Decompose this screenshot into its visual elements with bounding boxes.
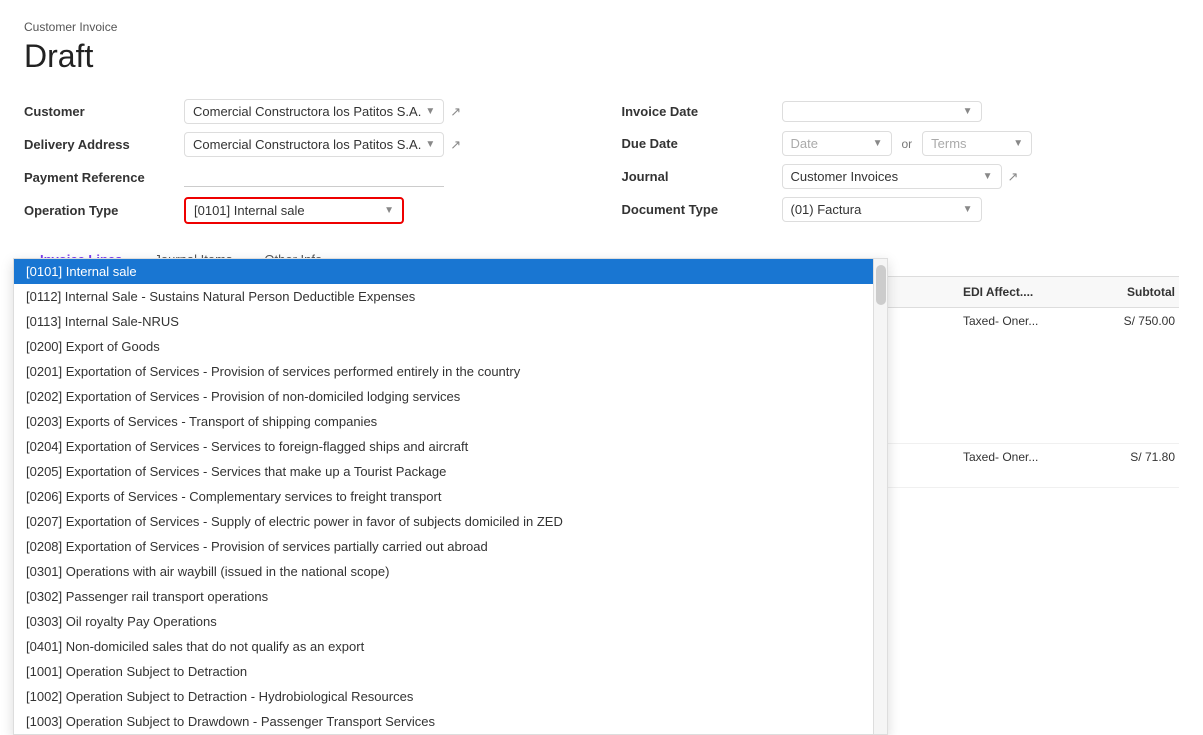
customer-input[interactable]: Comercial Constructora los Patitos S.A. … (184, 99, 444, 124)
customer-label: Customer (24, 104, 184, 119)
journal-field-row: Journal Customer Invoices ▼ ↗ (622, 160, 1180, 193)
delivery-address-dropdown-arrow: ▼ (425, 139, 435, 150)
operation-type-input-text: [0101] Internal sale (194, 203, 305, 218)
due-date-dropdown-arrow: ▼ (873, 138, 883, 149)
document-type-field-row: Document Type (01) Factura ▼ (622, 193, 1180, 226)
dropdown-item[interactable]: [1003] Operation Subject to Drawdown - P… (14, 709, 873, 734)
dropdown-item[interactable]: [0207] Exportation of Services - Supply … (14, 509, 873, 534)
delivery-address-field-row: Delivery Address Comercial Constructora … (24, 128, 582, 161)
dropdown-item[interactable]: [0401] Non-domiciled sales that do not q… (14, 634, 873, 659)
payment-reference-value (184, 167, 582, 187)
invoice-date-dropdown-arrow: ▼ (963, 106, 973, 117)
delivery-address-label: Delivery Address (24, 137, 184, 152)
edi-cell-2: Taxed- Oner... (959, 448, 1079, 466)
col-subtotal-header: Subtotal (1079, 283, 1179, 301)
dropdown-item[interactable]: [0301] Operations with air waybill (issu… (14, 559, 873, 584)
dropdown-item[interactable]: [0113] Internal Sale-NRUS (14, 309, 873, 334)
document-type-input[interactable]: (01) Factura ▼ (782, 197, 982, 222)
dropdown-item[interactable]: [0101] Internal sale (14, 259, 873, 284)
operation-type-dropdown-arrow: ▼ (384, 205, 394, 216)
dropdown-item[interactable]: [0302] Passenger rail transport operatio… (14, 584, 873, 609)
scrollbar-thumb (876, 265, 886, 305)
journal-dropdown-arrow: ▼ (983, 171, 993, 182)
scrollbar[interactable] (873, 259, 887, 734)
dropdown-item[interactable]: [0205] Exportation of Services - Service… (14, 459, 873, 484)
payment-reference-input[interactable] (184, 167, 444, 187)
invoice-date-value: ▼ (782, 101, 1180, 122)
due-date-placeholder: Date (791, 136, 818, 151)
invoice-date-label: Invoice Date (622, 104, 782, 119)
operation-type-field-row: Operation Type [0101] Internal sale ▼ (24, 193, 582, 228)
dropdown-item[interactable]: [0204] Exportation of Services - Service… (14, 434, 873, 459)
dropdown-item[interactable]: [0112] Internal Sale - Sustains Natural … (14, 284, 873, 309)
breadcrumb: Customer Invoice (24, 20, 1179, 34)
due-date-label: Due Date (622, 136, 782, 151)
document-type-dropdown-arrow: ▼ (963, 204, 973, 215)
operation-type-label: Operation Type (24, 203, 184, 218)
operation-type-value: [0101] Internal sale ▼ (184, 197, 582, 224)
customer-field-row: Customer Comercial Constructora los Pati… (24, 95, 582, 128)
payment-reference-field-row: Payment Reference (24, 161, 582, 193)
dropdown-item[interactable]: [1002] Operation Subject to Detraction -… (14, 684, 873, 709)
terms-dropdown-arrow: ▼ (1013, 138, 1023, 149)
delivery-address-external-link[interactable]: ↗ (450, 137, 461, 153)
document-type-value: (01) Factura ▼ (782, 197, 1180, 222)
customer-dropdown-arrow: ▼ (425, 106, 435, 117)
terms-input[interactable]: Terms ▼ (922, 131, 1032, 156)
operation-type-dropdown: [0101] Internal sale[0112] Internal Sale… (13, 258, 888, 735)
customer-external-link[interactable]: ↗ (450, 104, 461, 120)
journal-label: Journal (622, 169, 782, 184)
dropdown-item[interactable]: [0202] Exportation of Services - Provisi… (14, 384, 873, 409)
dropdown-item[interactable]: [0303] Oil royalty Pay Operations (14, 609, 873, 634)
operation-type-input[interactable]: [0101] Internal sale ▼ (184, 197, 404, 224)
document-type-input-text: (01) Factura (791, 202, 862, 217)
col-edi-header: EDI Affect.... (959, 283, 1079, 301)
customer-input-text: Comercial Constructora los Patitos S.A. (193, 104, 421, 119)
edi-cell-1: Taxed- Oner... (959, 312, 1079, 330)
invoice-date-field-row: Invoice Date ▼ (622, 95, 1180, 127)
due-date-value: Date ▼ or Terms ▼ (782, 131, 1180, 156)
journal-input-text: Customer Invoices (791, 169, 899, 184)
subtotal-cell-1: S/ 750.00 (1079, 312, 1179, 330)
journal-value: Customer Invoices ▼ ↗ (782, 164, 1180, 189)
dropdown-item[interactable]: [0201] Exportation of Services - Provisi… (14, 359, 873, 384)
dropdown-item[interactable]: [0206] Exports of Services - Complementa… (14, 484, 873, 509)
delivery-address-input[interactable]: Comercial Constructora los Patitos S.A. … (184, 132, 444, 157)
subtotal-cell-2: S/ 71.80 (1079, 448, 1179, 466)
invoice-date-input[interactable]: ▼ (782, 101, 982, 122)
dropdown-item[interactable]: [1001] Operation Subject to Detraction (14, 659, 873, 684)
payment-reference-label: Payment Reference (24, 170, 184, 185)
dropdown-list: [0101] Internal sale[0112] Internal Sale… (14, 259, 873, 734)
terms-placeholder: Terms (931, 136, 966, 151)
delivery-address-input-text: Comercial Constructora los Patitos S.A. (193, 137, 421, 152)
journal-input[interactable]: Customer Invoices ▼ (782, 164, 1002, 189)
delivery-address-value: Comercial Constructora los Patitos S.A. … (184, 132, 582, 157)
document-type-label: Document Type (622, 202, 782, 217)
dropdown-item[interactable]: [0203] Exports of Services - Transport o… (14, 409, 873, 434)
due-date-field-row: Due Date Date ▼ or Terms ▼ (622, 127, 1180, 160)
customer-value: Comercial Constructora los Patitos S.A. … (184, 99, 582, 124)
dropdown-item[interactable]: [0208] Exportation of Services - Provisi… (14, 534, 873, 559)
dropdown-item[interactable]: [0200] Export of Goods (14, 334, 873, 359)
journal-external-link[interactable]: ↗ (1008, 169, 1019, 185)
or-text: or (902, 137, 913, 151)
due-date-date-input[interactable]: Date ▼ (782, 131, 892, 156)
page-title: Draft (24, 38, 1179, 75)
